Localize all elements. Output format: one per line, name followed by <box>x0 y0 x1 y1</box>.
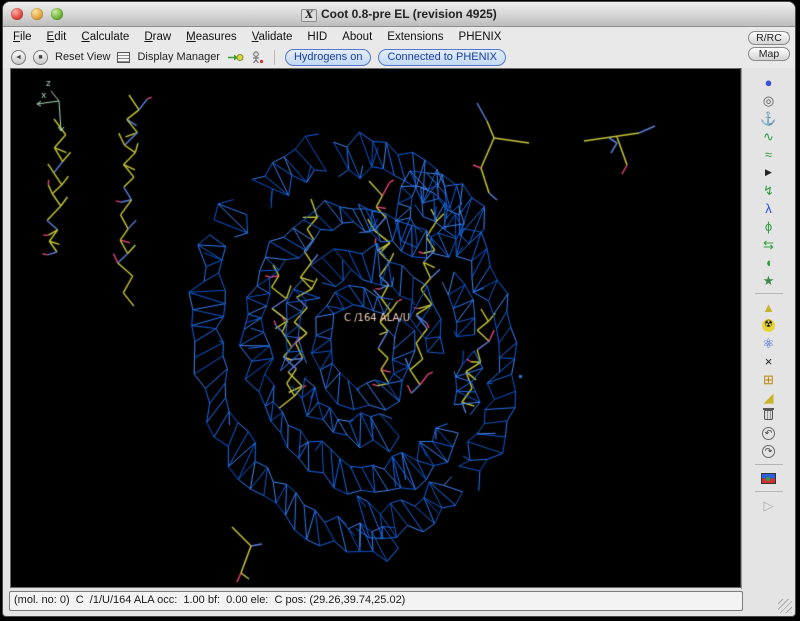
expand-tools-icon[interactable]: ▶ <box>765 164 772 180</box>
x11-icon: X <box>301 9 317 22</box>
anchor-icon[interactable]: ⚓ <box>760 110 776 126</box>
menu-validate[interactable]: Validate <box>252 31 293 43</box>
display-manager-icon[interactable] <box>117 52 130 63</box>
3d-viewport[interactable] <box>11 69 740 587</box>
sidebar-separator <box>755 293 783 294</box>
go-to-atom-icon[interactable] <box>227 52 244 63</box>
menu-bar: File Edit Calculate Draw Measures Validate HID… <box>3 27 795 46</box>
main-area: ● ◎ ⚓ ∿ ≈ ▶ ↯ λϕ ⇆ ◖ ★ ▲ ☢ ⚛ × ⊞ ◢ ↶ ↷ ▷ <box>3 68 795 589</box>
window-title-text: Coot 0.8-pre EL (revision 4925) <box>321 7 497 21</box>
add-alt-conf-icon[interactable]: ⚛ <box>763 335 775 351</box>
run-refmac-flag-icon[interactable] <box>761 470 776 486</box>
atom-cross-icon[interactable]: × <box>765 353 773 369</box>
menu-about[interactable]: About <box>342 31 372 43</box>
delete-item-icon[interactable] <box>764 407 773 423</box>
sidebar-separator <box>755 464 783 465</box>
menu-calculate[interactable]: Calculate <box>81 31 129 43</box>
stick-figure-icon[interactable] <box>251 51 264 64</box>
status-bar: (mol. no: 0) C /1/U/164 ALA occ: 1.00 bf… <box>9 591 743 611</box>
pill-hydrogens-on[interactable]: Hydrogens on <box>285 49 372 66</box>
title-bar[interactable]: X Coot 0.8-pre EL (revision 4925) <box>3 2 795 27</box>
model-toolbar: ● ◎ ⚓ ∿ ≈ ▶ ↯ λϕ ⇆ ◖ ★ ▲ ☢ ⚛ × ⊞ ◢ ↶ ↷ ▷ <box>741 68 795 589</box>
play-icon[interactable]: ▷ <box>764 497 774 513</box>
jed-flip-icon[interactable]: ★ <box>763 272 775 288</box>
brush-icon[interactable]: ◢ <box>764 389 774 405</box>
display-manager-button[interactable]: Display Manager <box>137 51 220 63</box>
auto-fit-rotamer-icon[interactable]: ↯ <box>763 182 774 198</box>
gl-canvas-frame <box>10 68 741 588</box>
resize-grip[interactable] <box>778 599 792 613</box>
toolbar-separator <box>274 50 275 65</box>
toolbar-collapse-button[interactable]: ◄ <box>11 50 26 65</box>
real-space-refine-icon[interactable]: ∿ <box>763 128 774 144</box>
menu-hid[interactable]: HID <box>307 31 327 43</box>
toolbar-stop-button[interactable]: ■ <box>33 50 48 65</box>
toolbar: ◄ ■ Reset View Display Manager Hydrogens… <box>3 46 795 68</box>
add-atom-icon[interactable]: ⊞ <box>763 371 774 387</box>
flip-peptide-icon[interactable]: ⇆ <box>763 236 774 252</box>
display-sphere-icon[interactable]: ● <box>765 74 773 90</box>
map-button[interactable]: Map <box>748 47 790 61</box>
torsion-general-icon[interactable]: ϕ <box>765 218 772 234</box>
app-window: X Coot 0.8-pre EL (revision 4925) File Edi… <box>2 1 796 617</box>
rrc-button[interactable]: R/RC <box>748 31 790 45</box>
menu-extensions[interactable]: Extensions <box>387 31 443 43</box>
mutate-residue-icon[interactable]: ☢ <box>762 317 775 333</box>
menu-draw[interactable]: Draw <box>144 31 171 43</box>
window-title: X Coot 0.8-pre EL (revision 4925) <box>3 7 795 21</box>
regularize-zone-icon[interactable]: ≈ <box>765 146 772 162</box>
side-chain-flip-icon[interactable]: ◖ <box>765 254 773 270</box>
add-terminal-residue-icon[interactable]: ▲ <box>762 299 775 315</box>
recentre-icon[interactable]: ◎ <box>763 92 774 108</box>
undo-icon[interactable]: ↶ <box>762 425 775 441</box>
reset-view-button[interactable]: Reset View <box>55 51 110 63</box>
redo-icon[interactable]: ↷ <box>762 443 775 459</box>
edit-chi-angles-icon[interactable]: λ <box>765 200 772 216</box>
menu-edit[interactable]: Edit <box>47 31 67 43</box>
menu-phenix[interactable]: PHENIX <box>459 31 502 43</box>
menu-file[interactable]: File <box>13 31 32 43</box>
sidebar-separator <box>755 491 783 492</box>
pill-connected-to-phenix[interactable]: Connected to PHENIX <box>378 49 505 66</box>
menu-measures[interactable]: Measures <box>186 31 237 43</box>
